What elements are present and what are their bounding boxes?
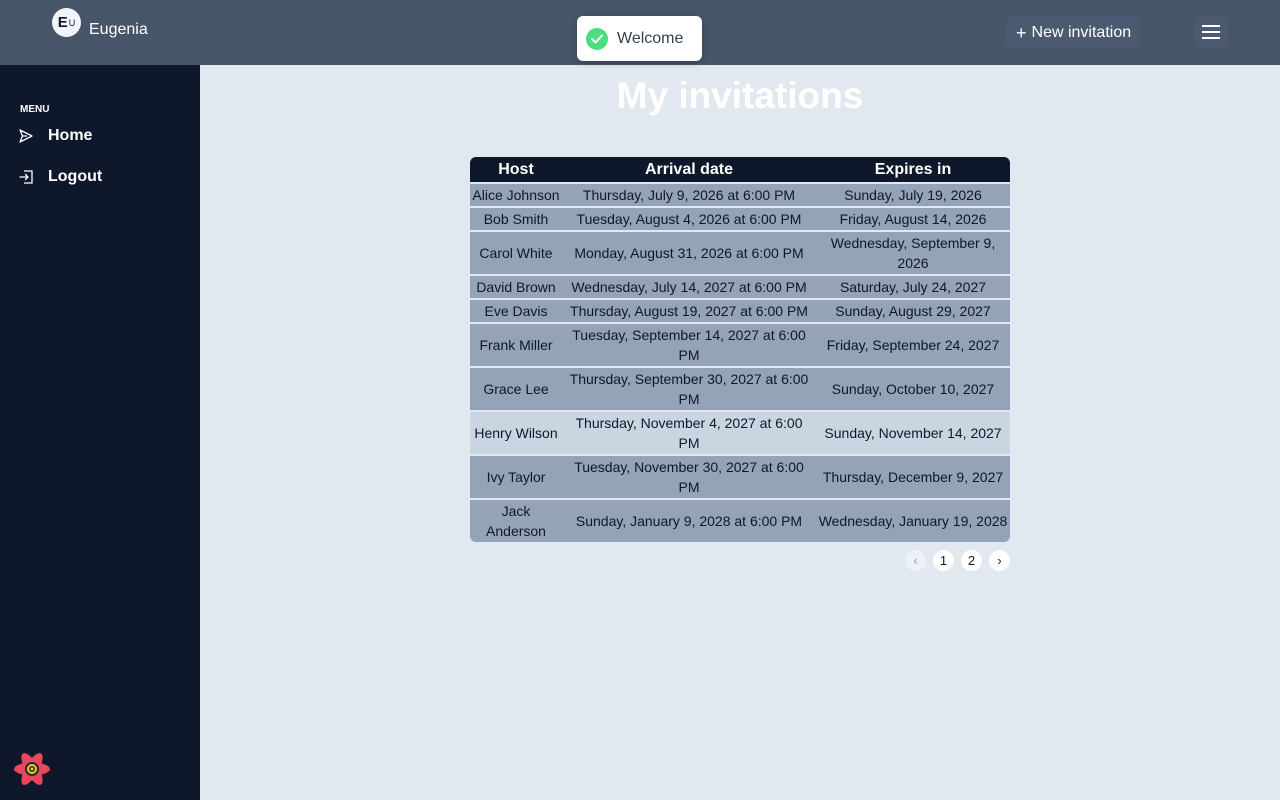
host-cell: Carol White <box>470 230 562 275</box>
arrival-date-cell: Thursday, July 9, 2026 at 6:00 PM <box>562 182 816 207</box>
table-row-highlighted[interactable]: Henry Wilson Thursday, November 4, 2027 … <box>470 410 1010 455</box>
column-header-arrival-date: Arrival date <box>562 157 816 183</box>
brand-logo-letter: E <box>57 14 68 31</box>
arrival-date-cell: Sunday, January 9, 2028 at 6:00 PM <box>562 498 816 542</box>
table-row[interactable]: Grace Lee Thursday, September 30, 2027 a… <box>470 366 1010 411</box>
arrival-date-cell: Thursday, August 19, 2027 at 6:00 PM <box>562 298 816 323</box>
expires-in-cell: Wednesday, January 19, 2028 <box>816 498 1010 542</box>
next-page-button[interactable]: › <box>989 550 1010 571</box>
brand-name: Eugenia <box>89 21 148 38</box>
expires-in-cell: Sunday, August 29, 2027 <box>816 298 1010 323</box>
table-row[interactable]: Jack Anderson Sunday, January 9, 2028 at… <box>470 498 1010 542</box>
sidebar-item-logout[interactable]: Logout <box>18 168 102 186</box>
table-row[interactable]: Carol White Monday, August 31, 2026 at 6… <box>470 230 1010 275</box>
arrival-date-cell: Wednesday, July 14, 2027 at 6:00 PM <box>562 274 816 299</box>
menu-title: MENU <box>20 104 50 115</box>
sidebar-item-label: Logout <box>48 168 103 185</box>
table-row[interactable]: Eve Davis Thursday, August 19, 2027 at 6… <box>470 298 1010 323</box>
page-title: My invitations <box>616 75 864 116</box>
table-row[interactable]: David Brown Wednesday, July 14, 2027 at … <box>470 274 1010 299</box>
expires-in-cell: Friday, September 24, 2027 <box>816 322 1010 367</box>
page-2-button[interactable]: 2 <box>961 550 982 571</box>
brand[interactable]: EU Eugenia <box>52 8 148 38</box>
invitations-table: Host Arrival date Expires in Alice Johns… <box>470 157 1010 542</box>
arrival-date-cell: Tuesday, November 30, 2027 at 6:00 PM <box>562 454 816 499</box>
host-cell: Jack Anderson <box>470 498 562 542</box>
table-row[interactable]: Frank Miller Tuesday, September 14, 2027… <box>470 322 1010 367</box>
expires-in-cell: Wednesday, September 9, 2026 <box>816 230 1010 275</box>
welcome-toast[interactable]: Welcome <box>577 16 702 61</box>
expires-in-cell: Friday, August 14, 2026 <box>816 206 1010 231</box>
check-icon <box>586 27 608 50</box>
hamburger-icon <box>1202 25 1220 39</box>
pagination: ‹ 1 2 › <box>905 550 1017 571</box>
new-invitation-button[interactable]: + New invitation <box>1006 17 1142 49</box>
expires-in-cell: Sunday, October 10, 2027 <box>816 366 1010 411</box>
page-1-button[interactable]: 1 <box>933 550 954 571</box>
arrival-date-cell: Thursday, November 4, 2027 at 6:00 PM <box>562 410 816 455</box>
table-row[interactable]: Ivy Taylor Tuesday, November 30, 2027 at… <box>470 454 1010 499</box>
send-icon <box>18 128 34 144</box>
host-cell: Alice Johnson <box>470 182 562 207</box>
sidebar-item-home[interactable]: Home <box>18 127 92 145</box>
table-row[interactable]: Bob Smith Tuesday, August 4, 2026 at 6:0… <box>470 206 1010 231</box>
toast-message: Welcome <box>617 29 684 47</box>
column-header-expires-in: Expires in <box>816 157 1010 183</box>
sidebar: MENU Home Logout <box>0 65 200 800</box>
host-cell: Henry Wilson <box>470 410 562 455</box>
new-invitation-label: New invitation <box>1031 24 1132 41</box>
expires-in-cell: Thursday, December 9, 2027 <box>816 454 1010 499</box>
arrival-date-cell: Monday, August 31, 2026 at 6:00 PM <box>562 230 816 275</box>
react-logo-icon[interactable] <box>12 750 52 793</box>
host-cell: Grace Lee <box>470 366 562 411</box>
previous-page-button[interactable]: ‹ <box>905 550 926 571</box>
table-header-row: Host Arrival date Expires in <box>470 157 1010 183</box>
arrival-date-cell: Tuesday, September 14, 2027 at 6:00 PM <box>562 322 816 367</box>
sidebar-item-label: Home <box>48 127 93 144</box>
host-cell: Frank Miller <box>470 322 562 367</box>
host-cell: Bob Smith <box>470 206 562 231</box>
host-cell: Eve Davis <box>470 298 562 323</box>
column-header-host: Host <box>470 157 562 183</box>
expires-in-cell: Sunday, July 19, 2026 <box>816 182 1010 207</box>
host-cell: David Brown <box>470 274 562 299</box>
hamburger-menu-button[interactable] <box>1194 15 1228 49</box>
arrival-date-cell: Tuesday, August 4, 2026 at 6:00 PM <box>562 206 816 231</box>
host-cell: Ivy Taylor <box>470 454 562 499</box>
plus-icon: + <box>1016 23 1027 43</box>
logout-icon <box>18 169 34 185</box>
brand-logo: EU <box>52 8 81 37</box>
table-row[interactable]: Alice Johnson Thursday, July 9, 2026 at … <box>470 182 1010 207</box>
arrival-date-cell: Thursday, September 30, 2027 at 6:00 PM <box>562 366 816 411</box>
expires-in-cell: Saturday, July 24, 2027 <box>816 274 1010 299</box>
expires-in-cell: Sunday, November 14, 2027 <box>816 410 1010 455</box>
brand-logo-sup: U <box>68 17 76 28</box>
